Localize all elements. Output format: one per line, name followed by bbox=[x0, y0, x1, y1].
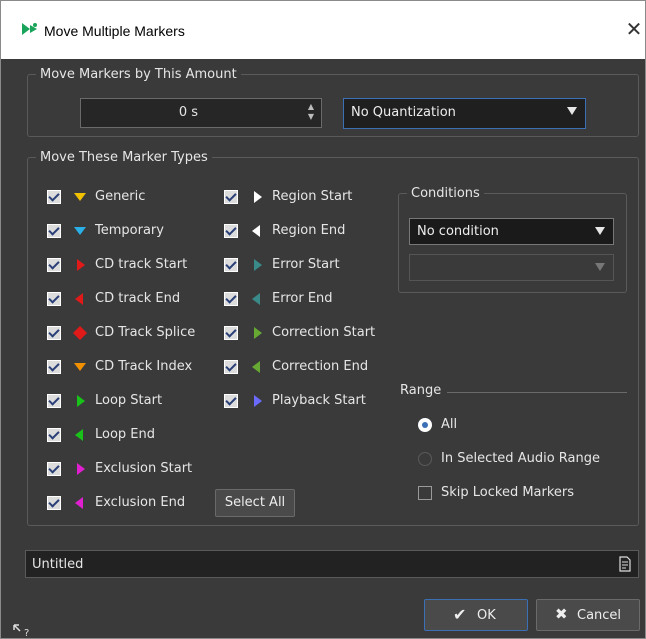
correction-start-checkbox[interactable] bbox=[224, 326, 238, 340]
cancel-label: Cancel bbox=[577, 608, 622, 623]
generic-checkbox[interactable] bbox=[47, 190, 61, 204]
quantization-dropdown[interactable]: No Quantization bbox=[343, 98, 586, 129]
svg-text:?: ? bbox=[24, 628, 29, 638]
cd-track-index-icon bbox=[73, 360, 87, 374]
cd-track-start-icon bbox=[73, 258, 87, 272]
region-start-label: Region Start bbox=[272, 189, 353, 204]
cd-track-end-label: CD track End bbox=[95, 291, 181, 306]
loop-end-checkbox[interactable] bbox=[47, 428, 61, 442]
cd-track-splice-label: CD Track Splice bbox=[95, 325, 196, 340]
correction-start-icon bbox=[250, 326, 264, 340]
error-end-icon bbox=[250, 292, 264, 306]
loop-start-label: Loop Start bbox=[95, 393, 163, 408]
skip-locked-label: Skip Locked Markers bbox=[441, 485, 575, 500]
move-multiple-markers-dialog: Move Multiple Markers ✕ Move Markers by … bbox=[0, 0, 646, 639]
select-all-button[interactable]: Select All bbox=[215, 489, 295, 517]
range-divider bbox=[447, 392, 627, 393]
range-all-label: All bbox=[441, 417, 458, 432]
region-end-checkbox[interactable] bbox=[224, 224, 238, 238]
temporary-label: Temporary bbox=[95, 223, 164, 238]
skip-locked-checkbox[interactable] bbox=[418, 486, 432, 500]
generic-label: Generic bbox=[95, 189, 146, 204]
region-start-checkbox[interactable] bbox=[224, 190, 238, 204]
playback-start-label: Playback Start bbox=[272, 393, 366, 408]
quantization-value: No Quantization bbox=[351, 105, 456, 120]
close-icon: ✖ bbox=[555, 605, 568, 623]
correction-start-label: Correction Start bbox=[272, 325, 376, 340]
error-end-label: Error End bbox=[272, 291, 333, 306]
condition-value: No condition bbox=[417, 224, 499, 239]
correction-end-checkbox[interactable] bbox=[224, 360, 238, 374]
help-cursor-icon[interactable]: ? bbox=[13, 624, 37, 638]
playback-start-checkbox[interactable] bbox=[224, 394, 238, 408]
cd-track-splice-checkbox[interactable] bbox=[47, 326, 61, 340]
error-end-checkbox[interactable] bbox=[224, 292, 238, 306]
loop-end-label: Loop End bbox=[95, 427, 156, 442]
cd-track-splice-icon bbox=[73, 326, 87, 340]
ok-label: OK bbox=[477, 608, 496, 623]
ok-button[interactable]: ✔ OK bbox=[424, 599, 528, 631]
temporary-checkbox[interactable] bbox=[47, 224, 61, 238]
region-end-icon bbox=[250, 224, 264, 238]
exclusion-end-checkbox[interactable] bbox=[47, 496, 61, 510]
playback-start-icon bbox=[250, 394, 264, 408]
region-start-icon bbox=[250, 190, 264, 204]
exclusion-end-label: Exclusion End bbox=[95, 495, 186, 510]
cd-track-start-label: CD track Start bbox=[95, 257, 188, 272]
preset-name: Untitled bbox=[32, 557, 84, 572]
loop-start-icon bbox=[73, 394, 87, 408]
generic-marker-icon bbox=[73, 190, 87, 204]
range-all-radio[interactable] bbox=[418, 418, 432, 432]
exclusion-start-checkbox[interactable] bbox=[47, 462, 61, 476]
correction-end-icon bbox=[250, 360, 264, 374]
amount-value: 0 s bbox=[178, 105, 199, 120]
check-icon: ✔ bbox=[453, 605, 467, 624]
cancel-button[interactable]: ✖ Cancel bbox=[536, 599, 640, 631]
title-bar: Move Multiple Markers ✕ bbox=[1, 1, 645, 59]
exclusion-end-icon bbox=[73, 496, 87, 510]
window-title: Move Multiple Markers bbox=[44, 23, 185, 39]
range-selected-audio-label: In Selected Audio Range bbox=[441, 451, 600, 466]
preset-menu-icon[interactable] bbox=[618, 556, 632, 572]
conditions-legend: Conditions bbox=[411, 186, 480, 201]
temporary-marker-icon bbox=[73, 224, 87, 238]
chevron-down-icon bbox=[595, 263, 605, 271]
cd-track-start-checkbox[interactable] bbox=[47, 258, 61, 272]
error-start-checkbox[interactable] bbox=[224, 258, 238, 272]
loop-start-checkbox[interactable] bbox=[47, 394, 61, 408]
chevron-down-icon bbox=[567, 107, 577, 115]
region-end-label: Region End bbox=[272, 223, 346, 238]
exclusion-start-label: Exclusion Start bbox=[95, 461, 193, 476]
exclusion-start-icon bbox=[73, 462, 87, 476]
cd-track-end-icon bbox=[73, 292, 87, 306]
app-icon bbox=[22, 23, 37, 35]
amount-spinbox[interactable]: 0 s ▲ ▼ bbox=[80, 98, 322, 128]
move-amount-legend: Move Markers by This Amount bbox=[40, 67, 237, 82]
error-start-label: Error Start bbox=[272, 257, 340, 272]
cd-track-index-checkbox[interactable] bbox=[47, 360, 61, 374]
cd-track-end-checkbox[interactable] bbox=[47, 292, 61, 306]
range-label: Range bbox=[400, 383, 442, 398]
marker-types-legend: Move These Marker Types bbox=[40, 150, 208, 165]
error-start-icon bbox=[250, 258, 264, 272]
condition-dropdown[interactable]: No condition bbox=[409, 218, 614, 245]
chevron-down-icon bbox=[595, 227, 605, 235]
correction-end-label: Correction End bbox=[272, 359, 369, 374]
spin-arrows-icon[interactable]: ▲ ▼ bbox=[307, 102, 315, 122]
close-icon[interactable]: ✕ bbox=[624, 18, 644, 40]
preset-bar[interactable]: Untitled bbox=[25, 550, 639, 578]
cd-track-index-label: CD Track Index bbox=[95, 359, 193, 374]
range-selected-audio-radio[interactable] bbox=[418, 452, 432, 466]
condition-secondary-dropdown[interactable] bbox=[409, 254, 614, 281]
loop-end-icon bbox=[73, 428, 87, 442]
